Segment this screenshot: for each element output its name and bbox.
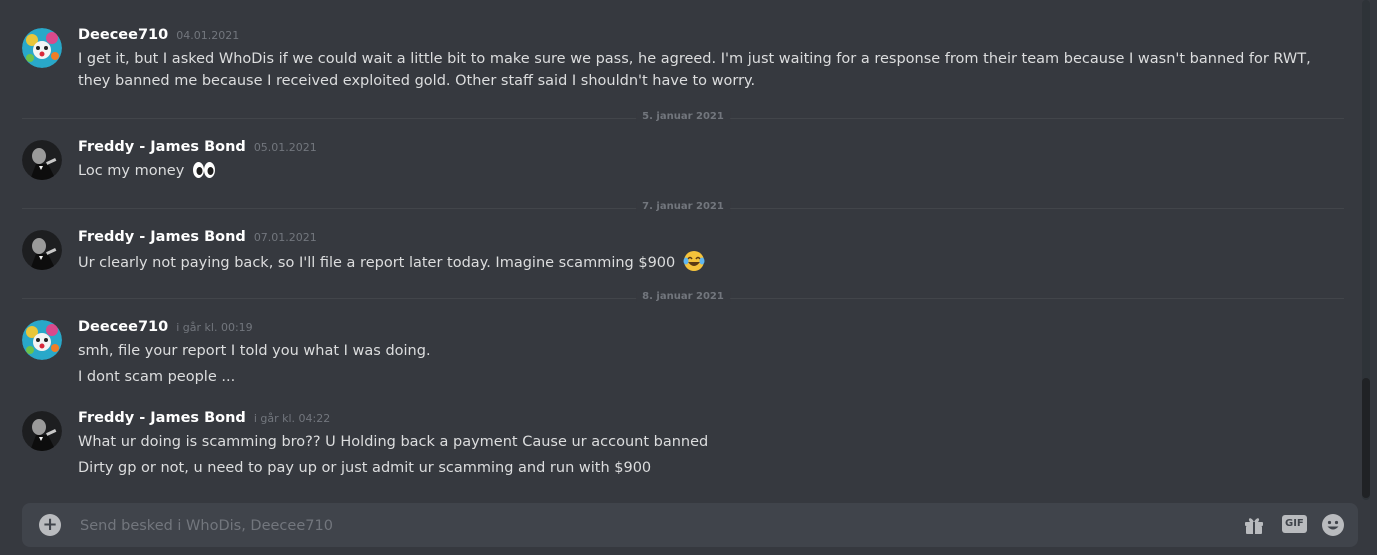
username[interactable]: Deecee710 i går kl. 00:19 bbox=[78, 319, 253, 335]
gif-button[interactable]: GIF bbox=[1282, 515, 1307, 533]
message-composer: + GIF bbox=[22, 503, 1358, 547]
date-divider: 8. januar 2021 bbox=[22, 291, 1344, 302]
message-text: I dont scam people ... bbox=[78, 369, 236, 385]
smile-icon[interactable] bbox=[1321, 513, 1345, 537]
timestamp: 07.01.2021 bbox=[253, 231, 317, 244]
freddy-avatar-icon bbox=[22, 140, 62, 180]
username-text[interactable]: Deecee710 bbox=[78, 27, 168, 43]
timestamp: i går kl. 04:22 bbox=[253, 412, 331, 425]
freddy-avatar-icon bbox=[22, 411, 62, 451]
message-line: Ur clearly not paying back, so I'll file… bbox=[78, 255, 676, 271]
username-text[interactable]: Freddy - James Bond bbox=[78, 229, 246, 245]
date-divider: 7. januar 2021 bbox=[22, 201, 1344, 212]
message-text: Ur clearly not paying back, so I'll file… bbox=[78, 250, 1338, 279]
avatar[interactable] bbox=[22, 230, 62, 270]
scrollbar-thumb[interactable] bbox=[1362, 378, 1370, 498]
timestamp: i går kl. 00:19 bbox=[176, 321, 253, 334]
username-text[interactable]: Freddy - James Bond bbox=[78, 139, 246, 155]
deecee-avatar-icon bbox=[22, 28, 62, 68]
eyes-emoji-icon bbox=[192, 160, 216, 187]
date-divider-label: 7. januar 2021 bbox=[636, 201, 730, 212]
joy-emoji-icon bbox=[683, 250, 705, 279]
date-divider: 5. januar 2021 bbox=[22, 111, 1344, 122]
freddy-avatar-icon bbox=[22, 230, 62, 270]
deecee-avatar-icon bbox=[22, 320, 62, 360]
username-text[interactable]: Freddy - James Bond bbox=[78, 410, 246, 426]
username-text[interactable]: Deecee710 bbox=[78, 319, 168, 335]
plus-circle-icon[interactable]: + bbox=[39, 514, 61, 536]
avatar[interactable] bbox=[22, 140, 62, 180]
message-line: Loc my money bbox=[78, 163, 185, 179]
message-text: I get it, but I asked WhoDis if we could… bbox=[78, 51, 1311, 89]
timestamp: 04.01.2021 bbox=[176, 29, 240, 42]
username[interactable]: Deecee710 04.01.2021 bbox=[78, 27, 239, 43]
date-divider-label: 5. januar 2021 bbox=[636, 111, 730, 122]
username[interactable]: Freddy - James Bond i går kl. 04:22 bbox=[78, 410, 330, 426]
date-divider-label: 8. januar 2021 bbox=[636, 291, 730, 302]
chat-messages: Deecee710 04.01.2021 I get it, but I aske… bbox=[0, 0, 1360, 500]
avatar[interactable] bbox=[22, 320, 62, 360]
message-text: What ur doing is scamming bro?? U Holdin… bbox=[78, 434, 709, 450]
message-text: Dirty gp or not, u need to pay up or jus… bbox=[78, 460, 652, 476]
username[interactable]: Freddy - James Bond 05.01.2021 bbox=[78, 139, 317, 155]
timestamp: 05.01.2021 bbox=[253, 141, 317, 154]
message-text: Loc my money bbox=[78, 160, 1338, 187]
message-text: smh, file your report I told you what I … bbox=[78, 343, 431, 359]
username[interactable]: Freddy - James Bond 07.01.2021 bbox=[78, 229, 317, 245]
gift-icon[interactable] bbox=[1242, 513, 1266, 537]
avatar[interactable] bbox=[22, 28, 62, 68]
avatar[interactable] bbox=[22, 411, 62, 451]
message-input[interactable] bbox=[78, 514, 1182, 538]
